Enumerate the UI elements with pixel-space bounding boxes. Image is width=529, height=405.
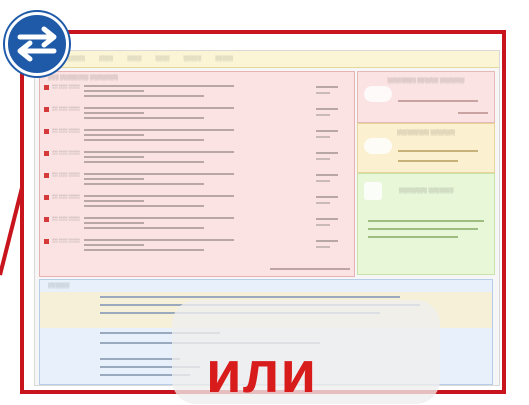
or-label: или [206, 340, 318, 405]
screenshot-panel-green: ░░░░░░░░ ░░░░░░░ [357, 173, 495, 275]
screenshot-panel-yellow: ░░░░░░░░░ ░░░░░░░ [357, 123, 495, 173]
screenshot-top-bar: ░░░░░░░ ░░░░░░░░░░░░░░░░░░░░░░░░░░░ [35, 51, 499, 68]
feed-row: ░░ ░░░ ░░░░ [44, 172, 344, 190]
swap-arrows-icon [5, 12, 69, 76]
feed-row: ░░ ░░░ ░░░░ [44, 150, 344, 168]
feed-row: ░░ ░░░ ░░░░ [44, 128, 344, 146]
feed-row: ░░ ░░░ ░░░░ [44, 216, 344, 234]
screenshot-feed: ░░░ ░░░░░░░░ ░░░░░░░░ ░░ ░░░ ░░░░ ░░ ░░░… [39, 71, 355, 277]
feed-row: ░░ ░░░ ░░░░ [44, 238, 344, 256]
feed-row: ░░ ░░░ ░░░░ [44, 194, 344, 212]
news-title: ░░░░░░ [48, 283, 70, 289]
feed-row: ░░ ░░░ ░░░░ [44, 106, 344, 124]
feed-row: ░░ ░░░ ░░░░ [44, 84, 344, 102]
screenshot-panel-pink: ░░░░░░░░ ░░░░░░ ░░░░░░░ [357, 71, 495, 123]
feed-title: ░░░ ░░░░░░░░ ░░░░░░░░ [48, 75, 119, 81]
